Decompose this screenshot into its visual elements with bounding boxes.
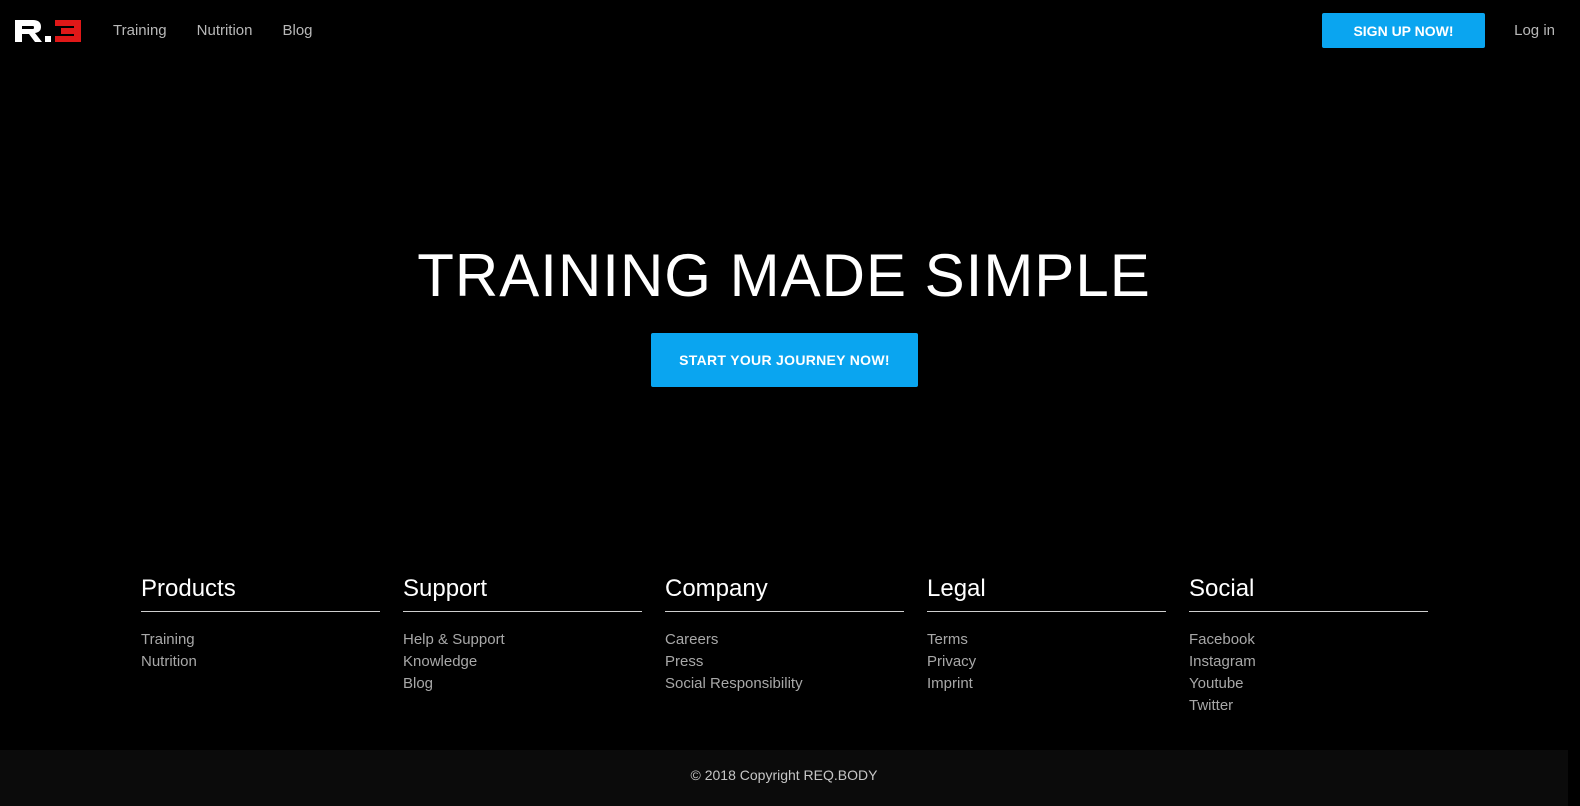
footer-link[interactable]: Knowledge	[403, 651, 642, 673]
footer-link[interactable]: Help & Support	[403, 629, 642, 651]
nav-nutrition-link[interactable]: Nutrition	[197, 22, 253, 40]
footer-column-title: Legal	[927, 574, 1166, 612]
footer-column-title: Company	[665, 574, 904, 612]
footer-link[interactable]: Careers	[665, 629, 904, 651]
nav-blog-link[interactable]: Blog	[283, 22, 313, 40]
footer-column-title: Support	[403, 574, 642, 612]
login-link[interactable]: Log in	[1514, 22, 1555, 40]
footer-column-title: Social	[1189, 574, 1428, 612]
footer-link[interactable]: Press	[665, 651, 904, 673]
copyright-bar: © 2018 Copyright REQ.BODY	[0, 750, 1568, 806]
footer-column-social: Social Facebook Instagram Youtube Twitte…	[1189, 574, 1428, 717]
hero-title: TRAINING MADE SIMPLE	[417, 242, 1151, 309]
footer-column-company: Company Careers Press Social Responsibil…	[665, 574, 904, 717]
footer-link[interactable]: Nutrition	[141, 651, 380, 673]
footer-link[interactable]: Blog	[403, 673, 642, 695]
footer-column-legal: Legal Terms Privacy Imprint	[927, 574, 1166, 717]
copyright-text: © 2018 Copyright REQ.BODY	[690, 767, 878, 783]
footer-link[interactable]: Training	[141, 629, 380, 651]
footer-link[interactable]: Privacy	[927, 651, 1166, 673]
site-header: Training Nutrition Blog SIGN UP NOW! Log…	[0, 0, 1580, 62]
footer-link[interactable]: Instagram	[1189, 651, 1428, 673]
footer-column-support: Support Help & Support Knowledge Blog	[403, 574, 642, 717]
footer-column-products: Products Training Nutrition	[141, 574, 380, 717]
footer-link[interactable]: Twitter	[1189, 695, 1428, 717]
footer-link[interactable]: Social Responsibility	[665, 673, 904, 695]
footer-column-title: Products	[141, 574, 380, 612]
footer-link[interactable]: Terms	[927, 629, 1166, 651]
footer-columns: Products Training Nutrition Support Help…	[141, 574, 1428, 717]
signup-button[interactable]: SIGN UP NOW!	[1322, 13, 1485, 48]
footer-link[interactable]: Imprint	[927, 673, 1166, 695]
footer-link[interactable]: Facebook	[1189, 629, 1428, 651]
scrollbar-track[interactable]	[1568, 0, 1580, 806]
main-nav: Training Nutrition Blog	[113, 22, 343, 40]
footer-link[interactable]: Youtube	[1189, 673, 1428, 695]
brand-logo[interactable]	[13, 18, 83, 44]
nav-training-link[interactable]: Training	[113, 22, 167, 40]
start-journey-button[interactable]: START YOUR JOURNEY NOW!	[651, 333, 918, 387]
